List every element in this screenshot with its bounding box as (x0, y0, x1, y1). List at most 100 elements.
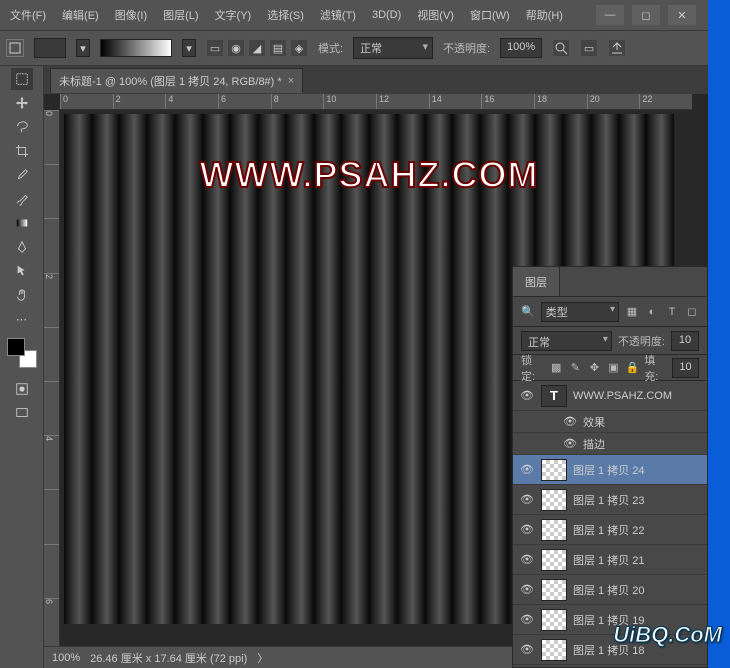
filter-shape-icon[interactable]: ◻ (685, 305, 699, 319)
brush-tool[interactable] (11, 188, 33, 210)
layer-row[interactable]: 👁 图层 1 拷贝 20 (513, 575, 707, 605)
status-arrow-icon[interactable]: 〉 (257, 650, 268, 666)
lasso-tool[interactable] (11, 116, 33, 138)
layer-name[interactable]: 图层 1 拷贝 20 (573, 582, 645, 598)
fx-effects-row[interactable]: 👁效果 (513, 411, 707, 433)
filter-pixel-icon[interactable]: ▦ (625, 305, 639, 319)
minimize-button[interactable]: — (596, 5, 624, 25)
opacity-field[interactable]: 100% (500, 38, 542, 58)
vertical-ruler: 0246 (44, 110, 60, 652)
visibility-toggle[interactable]: 👁 (519, 613, 535, 626)
screen-mode-button[interactable]: ▭ (580, 39, 598, 57)
menu-image[interactable]: 图像(I) (109, 3, 153, 27)
menu-layer[interactable]: 图层(L) (157, 3, 204, 27)
marquee-tool[interactable] (11, 68, 33, 90)
layer-opacity-field[interactable]: 10 (671, 331, 699, 351)
tab-close-icon[interactable]: × (288, 75, 294, 87)
menu-filter[interactable]: 滤镜(T) (314, 3, 362, 27)
menu-file[interactable]: 文件(F) (4, 3, 52, 27)
menubar: 文件(F) 编辑(E) 图像(I) 图层(L) 文字(Y) 选择(S) 滤镜(T… (0, 0, 708, 30)
visibility-toggle[interactable]: 👁 (519, 523, 535, 536)
search-icon[interactable]: 🔍 (521, 305, 535, 318)
visibility-toggle[interactable]: 👁 (519, 463, 535, 476)
gradient-preview[interactable] (100, 39, 172, 57)
move-tool[interactable] (11, 92, 33, 114)
quickmask-button[interactable] (11, 378, 33, 400)
more-tools[interactable]: ⋯ (11, 308, 33, 330)
zoom-level[interactable]: 100% (52, 652, 80, 664)
current-tool-icon[interactable] (6, 39, 24, 57)
opacity-label: 不透明度: (443, 40, 490, 56)
lock-position-icon[interactable]: ✥ (587, 360, 602, 376)
share-button[interactable] (608, 39, 626, 57)
layer-name[interactable]: 图层 1 拷贝 21 (573, 552, 645, 568)
menu-text[interactable]: 文字(Y) (209, 3, 258, 27)
layer-name[interactable]: WWW.PSAHZ.COM (573, 390, 672, 402)
layer-row[interactable]: 👁 图层 1 拷贝 21 (513, 545, 707, 575)
maximize-button[interactable]: ◻ (632, 5, 660, 25)
text-layer[interactable]: 👁 T WWW.PSAHZ.COM (513, 381, 707, 411)
menu-view[interactable]: 视图(V) (411, 3, 460, 27)
gradient-diamond-button[interactable]: ◈ (290, 39, 308, 57)
fill-label: 填充: (644, 352, 668, 384)
eyedropper-tool[interactable] (11, 164, 33, 186)
lock-label: 锁定: (521, 352, 545, 384)
layer-thumb (541, 489, 567, 511)
menu-window[interactable]: 窗口(W) (464, 3, 516, 27)
gradient-linear-button[interactable]: ▭ (206, 39, 224, 57)
layer-name[interactable]: 图层 1 拷贝 23 (573, 492, 645, 508)
layer-thumb (541, 519, 567, 541)
text-layer-thumb: T (541, 385, 567, 407)
menu-3d[interactable]: 3D(D) (366, 5, 407, 25)
foreground-swatch[interactable] (34, 38, 66, 58)
layers-panel: 图层 🔍 类型 ▦ ◐ T ◻ 正常 不透明度: 10 锁定: ▩ ✎ ✥ ▣ (512, 266, 708, 668)
fill-field[interactable]: 10 (672, 358, 699, 378)
lock-brush-icon[interactable]: ✎ (568, 360, 583, 376)
visibility-toggle[interactable]: 👁 (519, 643, 535, 656)
layer-row[interactable]: 👁 图层 1 拷贝 23 (513, 485, 707, 515)
filter-type-icon[interactable]: T (665, 305, 679, 319)
hand-tool[interactable] (11, 284, 33, 306)
layer-row[interactable]: 👁 图层 1 拷贝 22 (513, 515, 707, 545)
gradient-tool[interactable] (11, 212, 33, 234)
pen-tool[interactable] (11, 236, 33, 258)
watermark-text: WWW.PSAHZ.COM (64, 154, 674, 196)
visibility-toggle[interactable]: 👁 (519, 493, 535, 506)
visibility-toggle[interactable]: 👁 (519, 553, 535, 566)
document-tab-title: 未标题-1 @ 100% (图层 1 拷贝 24, RGB/8#) * (59, 73, 282, 89)
options-bar: ▾ ▾ ▭ ◉ ◢ ▤ ◈ 模式: 正常 不透明度: 100% ▭ (0, 30, 708, 66)
crop-tool[interactable] (11, 140, 33, 162)
layer-name[interactable]: 图层 1 拷贝 22 (573, 522, 645, 538)
menu-select[interactable]: 选择(S) (261, 3, 310, 27)
menu-help[interactable]: 帮助(H) (520, 3, 569, 27)
filter-adjust-icon[interactable]: ◐ (645, 305, 659, 319)
document-tab[interactable]: 未标题-1 @ 100% (图层 1 拷贝 24, RGB/8#) * × (50, 68, 303, 93)
gradient-reflected-button[interactable]: ▤ (269, 39, 287, 57)
path-select-tool[interactable] (11, 260, 33, 282)
close-button[interactable]: ✕ (668, 5, 696, 25)
lock-artboard-icon[interactable]: ▣ (606, 360, 621, 376)
document-tabbar: 未标题-1 @ 100% (图层 1 拷贝 24, RGB/8#) * × (44, 66, 708, 94)
lock-all-icon[interactable]: 🔒 (625, 360, 640, 376)
lock-transparency-icon[interactable]: ▩ (549, 360, 564, 376)
layer-thumb (541, 459, 567, 481)
filter-type-select[interactable]: 类型 (541, 302, 619, 322)
menu-edit[interactable]: 编辑(E) (56, 3, 105, 27)
layers-tab[interactable]: 图层 (513, 267, 560, 296)
gradient-radial-button[interactable]: ◉ (227, 39, 245, 57)
visibility-toggle[interactable]: 👁 (519, 389, 535, 402)
swatch-dropdown[interactable]: ▾ (76, 39, 90, 57)
fg-bg-colors[interactable] (7, 338, 37, 368)
layer-name[interactable]: 图层 1 拷贝 24 (573, 462, 645, 478)
fx-stroke-row[interactable]: 👁描边 (513, 433, 707, 455)
layer-blend-select[interactable]: 正常 (521, 331, 612, 351)
gradient-dropdown[interactable]: ▾ (182, 39, 196, 57)
visibility-toggle[interactable]: 👁 (519, 583, 535, 596)
gradient-angle-button[interactable]: ◢ (248, 39, 266, 57)
layer-thumb (541, 579, 567, 601)
blend-mode-select[interactable]: 正常 (353, 37, 433, 59)
document-dimensions: 26.46 厘米 x 17.64 厘米 (72 ppi) (90, 650, 247, 666)
layer-row[interactable]: 👁 图层 1 拷贝 24 (513, 455, 707, 485)
screenmode-button[interactable] (11, 402, 33, 424)
search-icon[interactable] (552, 39, 570, 57)
